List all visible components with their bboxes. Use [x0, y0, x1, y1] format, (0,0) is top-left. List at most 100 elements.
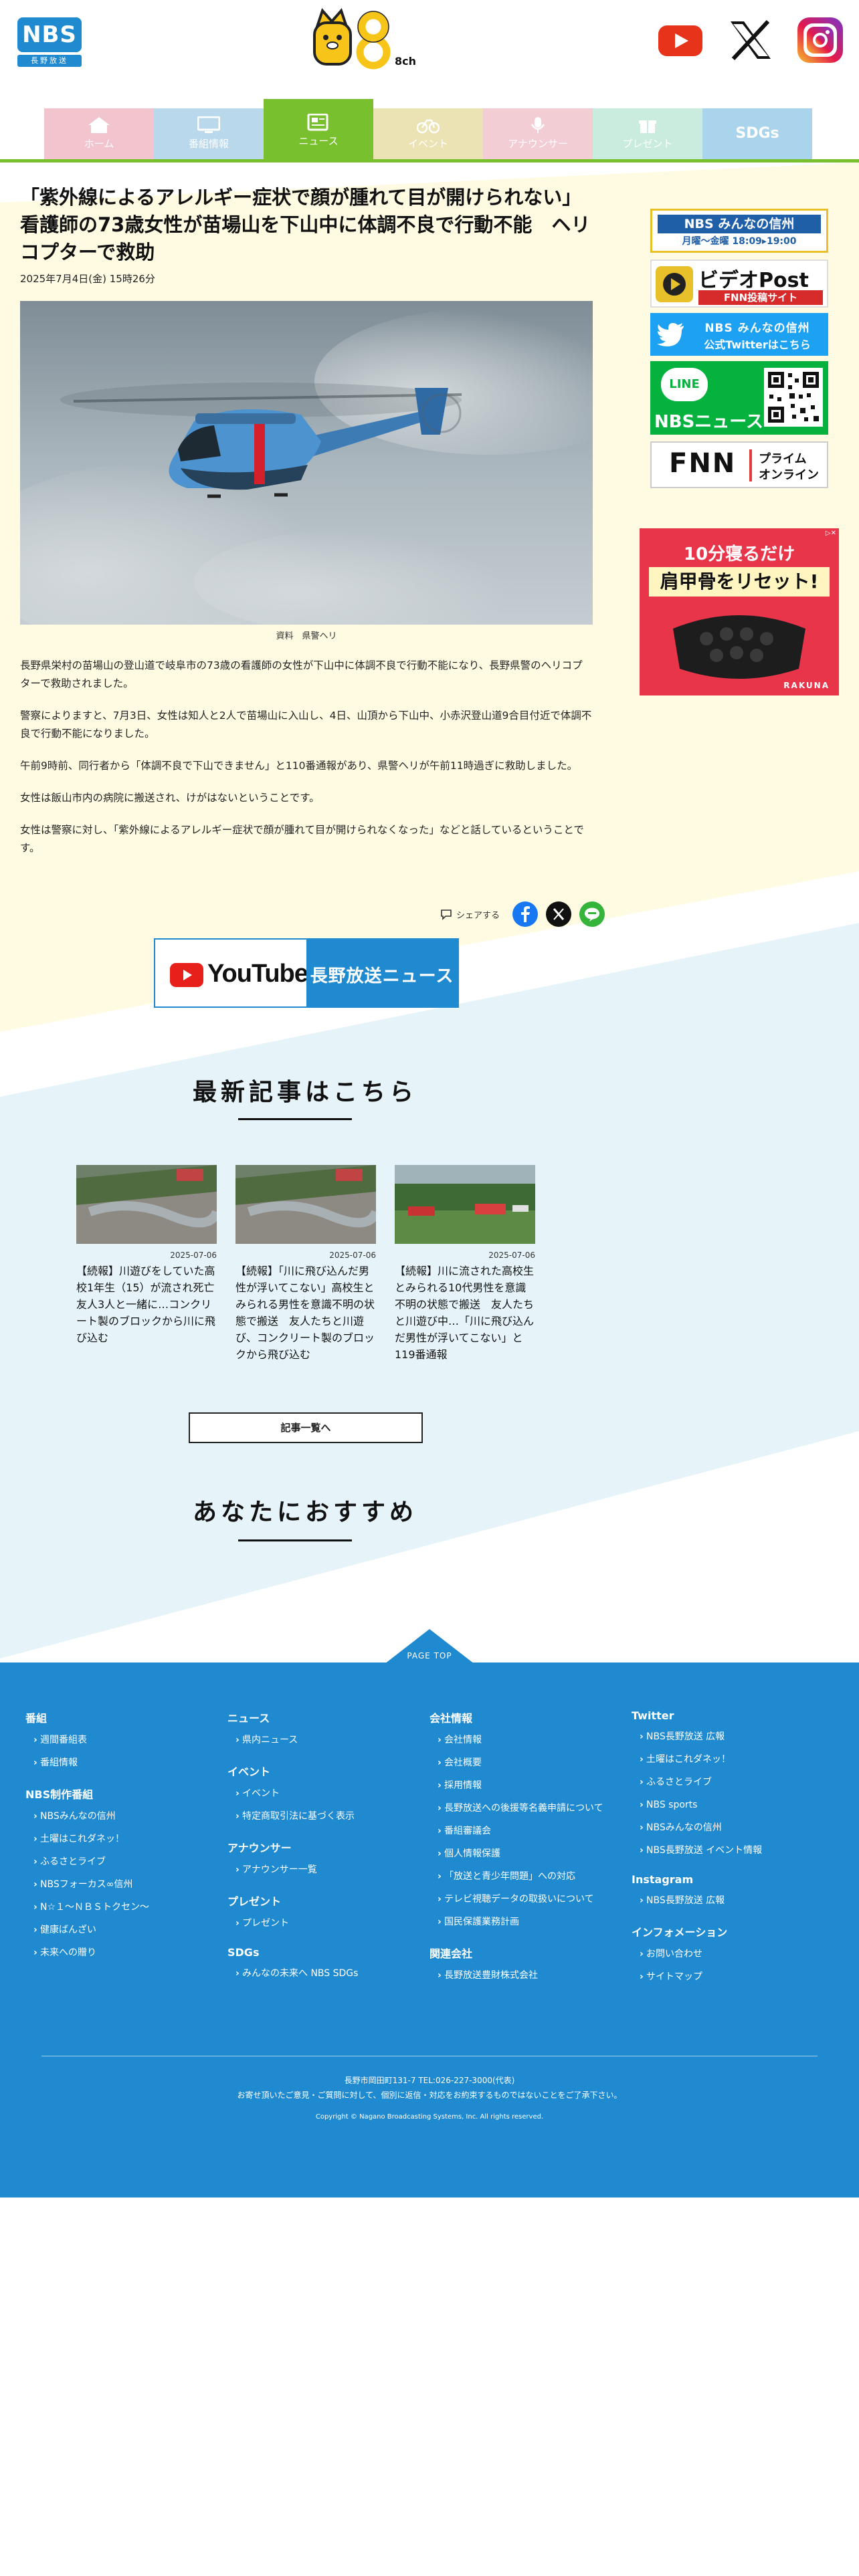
latest-card[interactable]: 2025-07-06 【続報】「川に飛び込んだ男性が浮いてこない」高校生とみられ…	[235, 1165, 376, 1363]
site-footer: 番組 週間番組表 番組情報 NBS制作番組 NBSみんなの信州 土曜はこれダネッ…	[0, 1662, 859, 2197]
footer-link[interactable]: みんなの未来へ NBS SDGs	[227, 1967, 421, 1980]
footer-heading[interactable]: プレゼント	[227, 1893, 421, 1909]
speech-bubble-icon	[441, 909, 452, 920]
nav-item-sdgs[interactable]: SDGs	[702, 108, 812, 159]
banner-minna-no-shinshu[interactable]: NBS みんなの信州 月曜～金曜 18:09▸19:00	[650, 209, 828, 253]
article-header: 「紫外線によるアレルギー症状で顔が腫れて目が開けられない」看護師の73歳女性が苗…	[20, 184, 593, 286]
channel-8-logo[interactable]: 8ch	[309, 7, 423, 74]
line-logo-icon: LINE	[661, 368, 708, 401]
footer-link[interactable]: N☆１～ＮＢＳトクセン～	[25, 1901, 219, 1914]
footer-heading[interactable]: 関連会社	[430, 1945, 624, 1961]
footer-link[interactable]: サイトマップ	[632, 1970, 826, 1983]
footer-link[interactable]: NBSフォーカス∞信州	[25, 1878, 219, 1891]
footer-heading[interactable]: NBS制作番組	[25, 1786, 219, 1802]
banner-fnn-prime-online[interactable]: FNN プライム オンライン	[650, 441, 828, 488]
nbs-logo[interactable]: NBS 長野放送	[17, 17, 84, 68]
footer-link[interactable]: 国民保護業務計画	[430, 1915, 624, 1929]
footer-link[interactable]: 会社概要	[430, 1756, 624, 1769]
footer-link[interactable]: NBS長野放送 広報	[632, 1894, 826, 1907]
nav-label: SDGs	[735, 125, 779, 142]
footer-link[interactable]: 採用情報	[430, 1779, 624, 1792]
footer-link[interactable]: 特定商取引法に基づく表示	[227, 1810, 421, 1823]
x-link[interactable]	[724, 15, 777, 66]
banner-video-post[interactable]: ビデオPost FNN投稿サイト	[650, 259, 828, 308]
qr-code-icon	[764, 368, 823, 427]
advertisement[interactable]: ▷✕ 10分寝るだけ 肩甲骨をリセット! RAKUNA	[640, 528, 839, 695]
footer-link[interactable]: 週間番組表	[25, 1733, 219, 1747]
facebook-share-button[interactable]	[512, 901, 538, 927]
footer-link[interactable]: NBS長野放送 イベント情報	[632, 1844, 826, 1857]
footer-link[interactable]: 土曜はこれダネッ！	[632, 1753, 826, 1766]
card-date: 2025-07-06	[170, 1251, 217, 1260]
article-paragraph: 女性は警察に対し、「紫外線によるアレルギー症状で顔が腫れて目が開けられなくなった…	[20, 824, 584, 854]
footer-heading[interactable]: Instagram	[632, 1873, 826, 1886]
nav-item-present[interactable]: プレゼント	[593, 108, 702, 159]
banner-subtitle: オンライン	[759, 468, 819, 482]
youtube-link[interactable]	[654, 15, 708, 66]
footer-heading[interactable]: イベント	[227, 1763, 421, 1779]
fnn-logo: FNN	[669, 448, 737, 479]
footer-link[interactable]: 個人情報保護	[430, 1847, 624, 1860]
footer-link[interactable]: 県内ニュース	[227, 1733, 421, 1747]
nav-item-events[interactable]: イベント	[373, 108, 483, 159]
heading-underline	[238, 1539, 352, 1541]
footer-link[interactable]: NBSみんなの信州	[632, 1821, 826, 1834]
youtube-play-icon	[170, 963, 203, 987]
footer-link[interactable]: NBSみんなの信州	[25, 1810, 219, 1823]
ad-headline: 10分寝るだけ	[683, 544, 795, 564]
youtube-channel-banner[interactable]: YouTube 長野放送ニュース	[154, 938, 459, 1008]
footer-link[interactable]: 健康ばんざい	[25, 1923, 219, 1937]
nav-item-announcers[interactable]: アナウンサー	[483, 108, 593, 159]
article-paragraph: 女性は飯山市内の病院に搬送され、けがはないということです。	[20, 792, 320, 804]
gift-icon	[639, 120, 656, 133]
nav-label: アナウンサー	[508, 138, 568, 150]
page-top-label[interactable]: PAGE TOP	[385, 1651, 474, 1660]
line-share-button[interactable]	[579, 901, 605, 927]
article-paragraph: 長野県栄村の苗場山の登山道で岐阜市の73歳の看護師の女性が下山中に体調不良で行動…	[20, 659, 583, 689]
footer-link[interactable]: 土曜はこれダネッ！	[25, 1832, 219, 1846]
footer-link[interactable]: プレゼント	[227, 1917, 421, 1930]
photo-caption: 資料 県警ヘリ	[276, 631, 337, 641]
nav-item-news[interactable]: ニュース	[264, 99, 373, 160]
footer-link[interactable]: テレビ視聴データの取扱いについて	[430, 1893, 624, 1906]
article-list-button[interactable]: 記事一覧へ	[189, 1412, 423, 1443]
footer-link[interactable]: 長野放送豊財株式会社	[430, 1969, 624, 1982]
banner-twitter[interactable]: NBS みんなの信州 公式Twitterはこちら	[650, 313, 828, 356]
article-date: 2025年7月4日(金) 15時26分	[20, 273, 155, 285]
footer-link[interactable]: 会社情報	[430, 1733, 624, 1747]
x-share-button[interactable]	[546, 901, 571, 927]
nav-item-programs[interactable]: 番組情報	[154, 108, 264, 159]
nav-underline	[0, 159, 859, 163]
footer-link[interactable]: NBS長野放送 広報	[632, 1730, 826, 1743]
x-icon	[553, 908, 565, 920]
instagram-link[interactable]	[793, 15, 847, 66]
footer-heading[interactable]: アナウンサー	[227, 1839, 421, 1855]
footer-link[interactable]: 未来への贈り	[25, 1946, 219, 1959]
footer-link[interactable]: 番組審議会	[430, 1824, 624, 1838]
nav-item-home[interactable]: ホーム	[44, 108, 154, 159]
news-icon	[307, 114, 328, 131]
footer-link[interactable]: 番組情報	[25, 1756, 219, 1769]
banner-divider	[749, 449, 752, 481]
footer-link[interactable]: 「放送と青少年問題」への対応	[430, 1870, 624, 1883]
footer-link[interactable]: 長野放送への後援等名義申請について	[430, 1802, 624, 1815]
footer-heading[interactable]: ニュース	[227, 1709, 421, 1725]
footer-heading[interactable]: インフォメーション	[632, 1923, 826, 1939]
banner-title: NBSニュース	[654, 412, 764, 432]
footer-link[interactable]: イベント	[227, 1787, 421, 1800]
latest-card[interactable]: 2025-07-06 【続報】川に流された高校生とみられる10代男性を意識不明の…	[395, 1165, 535, 1363]
footer-link[interactable]: ふるさとライブ	[632, 1776, 826, 1789]
footer-link[interactable]: アナウンサー一覧	[227, 1863, 421, 1876]
home-icon	[88, 117, 110, 133]
footer-heading[interactable]: 番組	[25, 1709, 219, 1725]
banner-line-news[interactable]: LINE NBSニュース	[650, 361, 828, 435]
footer-link[interactable]: ふるさとライブ	[25, 1855, 219, 1868]
footer-link[interactable]: NBS sports	[632, 1798, 826, 1812]
footer-heading[interactable]: SDGs	[227, 1946, 421, 1959]
footer-heading[interactable]: Twitter	[632, 1709, 826, 1722]
ad-choice-icon[interactable]: ▷✕	[826, 530, 836, 537]
card-thumbnail	[395, 1165, 535, 1244]
footer-link[interactable]: お問い合わせ	[632, 1947, 826, 1961]
footer-heading[interactable]: 会社情報	[430, 1709, 624, 1725]
latest-card[interactable]: 2025-07-06 【続報】川遊びをしていた高校1年生（15）が流され死亡 友…	[76, 1165, 225, 1346]
